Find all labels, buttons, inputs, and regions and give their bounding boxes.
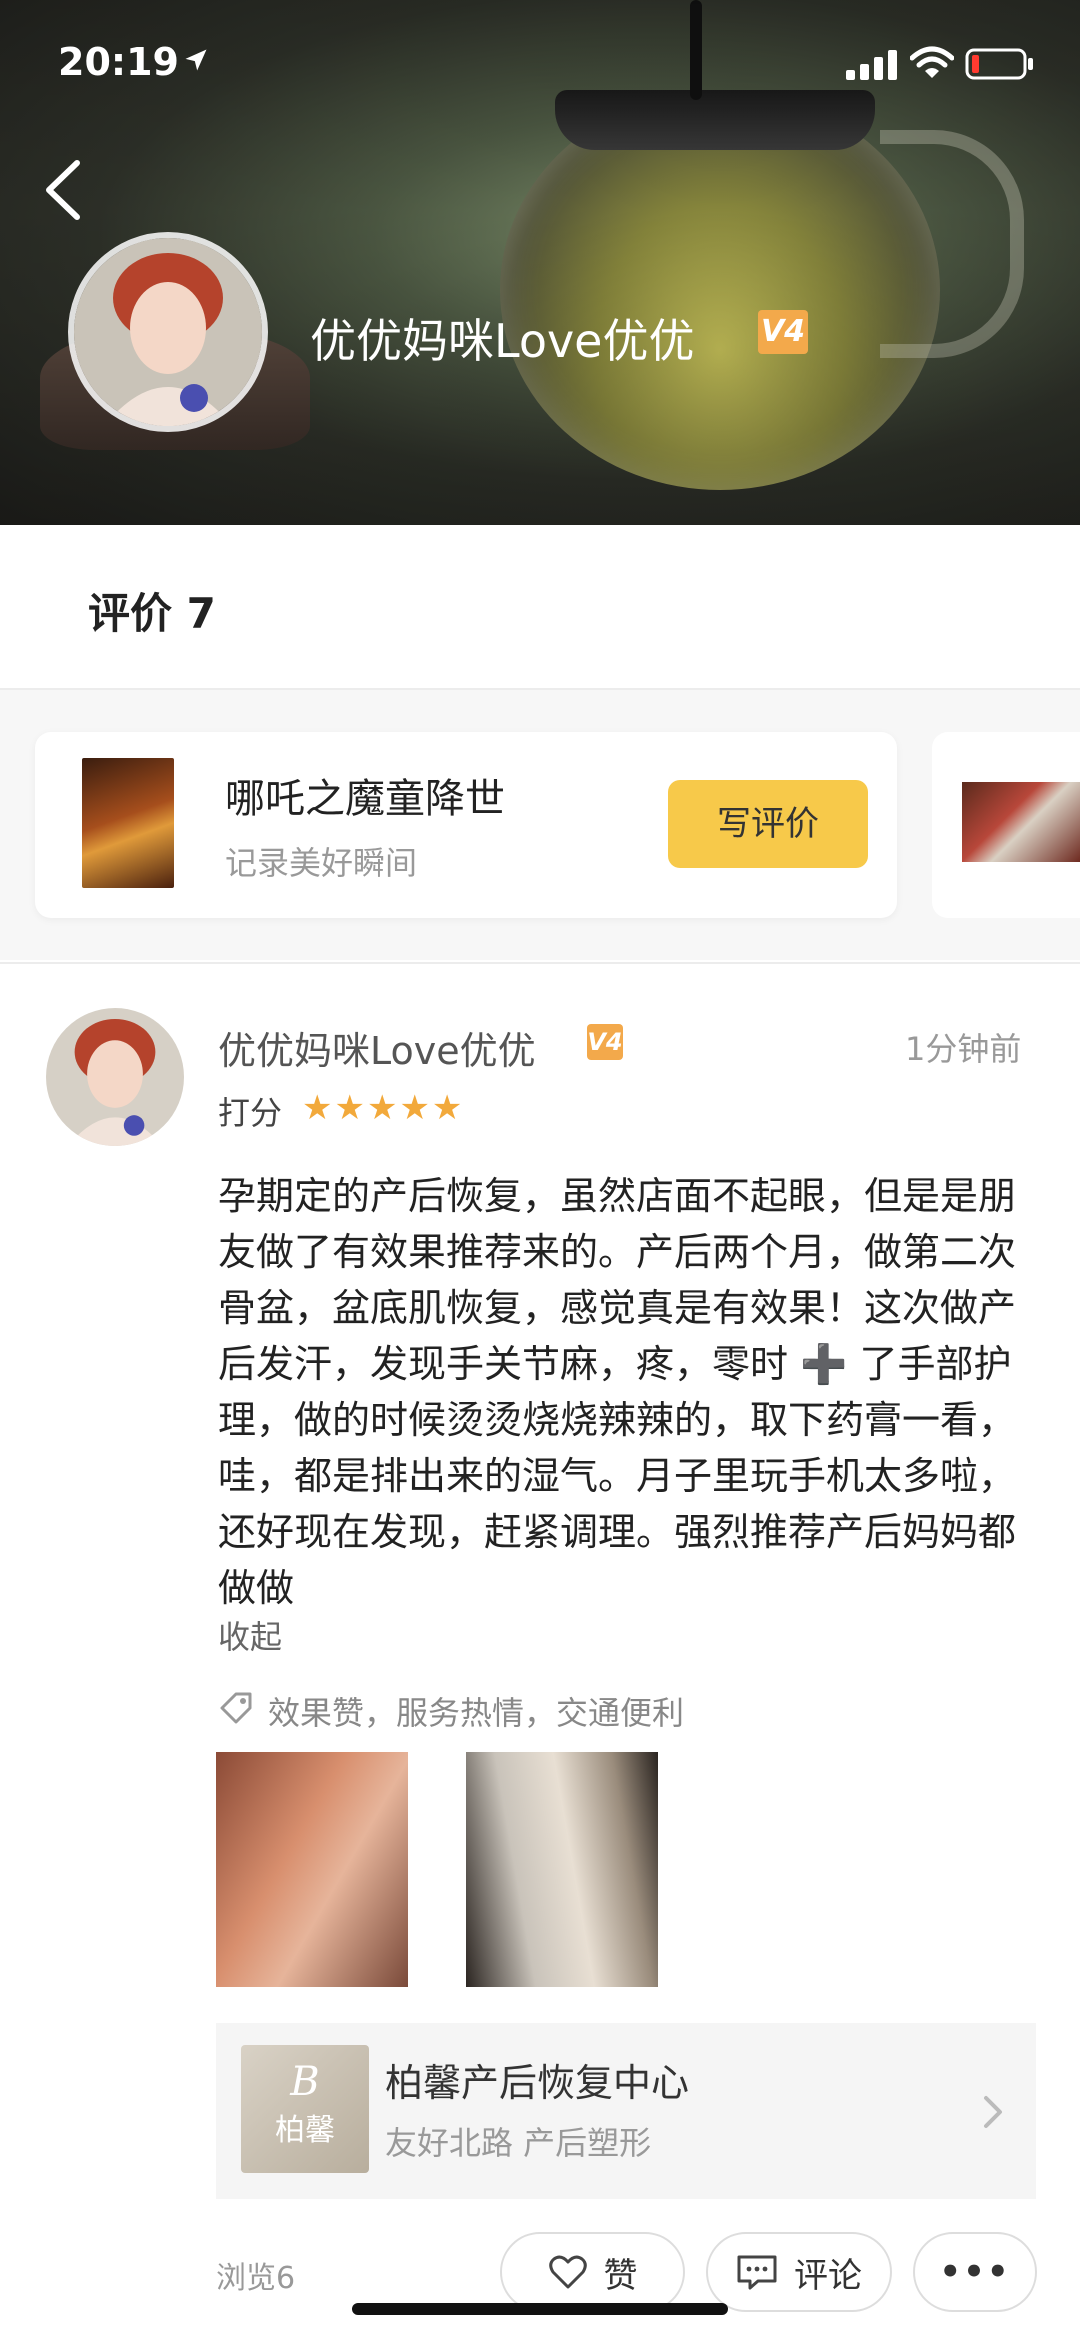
review-text: 孕期定的产后恢复，虽然店面不起眼，但是是朋友做了有效果推荐来的。产后两个月，做第… (218, 1174, 1017, 1610)
review-tags: 效果赞，服务热情，交通便利 (268, 1694, 685, 1732)
reviewer-name[interactable]: 优优妈咪Love优优 (218, 1020, 536, 1075)
comment-icon (737, 2255, 777, 2290)
comment-label: 评论 (794, 2255, 862, 2296)
reviewer-avatar[interactable] (46, 1008, 184, 1146)
avatar-image (74, 238, 262, 426)
movie-subtitle: 记录美好瞬间 (225, 844, 418, 882)
status-bar: 20:19 (0, 0, 1080, 130)
level-badge: V4 (587, 1024, 623, 1060)
rating-label: 打分 (218, 1094, 283, 1132)
view-count: 浏览6 (216, 2261, 296, 2296)
movie-poster[interactable] (82, 758, 174, 888)
wifi-icon (910, 46, 954, 78)
battery-icon (965, 48, 1033, 80)
more-button[interactable]: ••• (913, 2232, 1037, 2312)
chevron-right-icon (984, 2096, 1002, 2128)
review-time: 1分钟前 (905, 1030, 1022, 1068)
shop-subtitle: 友好北路 产后塑形 (385, 2124, 652, 2162)
profile-username: 优优妈咪Love优优 (310, 314, 695, 368)
back-button[interactable] (35, 155, 95, 225)
avatar-image (46, 1008, 184, 1146)
heart-icon (548, 2255, 587, 2289)
review-photo[interactable] (216, 1752, 408, 1987)
status-time: 20:19 (58, 40, 179, 84)
comment-button[interactable]: 评论 (706, 2232, 892, 2312)
signal-icon (846, 50, 897, 80)
shop-logo: B 柏馨 (241, 2045, 369, 2173)
level-badge: V4 (758, 310, 808, 354)
location-arrow-icon (185, 49, 207, 71)
review-photo[interactable] (466, 1752, 658, 1987)
next-movie-thumbnail[interactable] (962, 782, 1080, 862)
divider (0, 962, 1080, 964)
profile-avatar[interactable] (68, 232, 268, 432)
shop-logo-text: 柏馨 (275, 2113, 335, 2148)
tag-icon (220, 1692, 252, 1724)
reviews-count-title: 评价 7 (88, 589, 216, 638)
like-label: 赞 (603, 2255, 638, 2296)
movie-title: 哪吒之魔童降世 (225, 776, 505, 822)
home-indicator[interactable] (352, 2303, 728, 2315)
like-button[interactable]: 赞 (500, 2232, 685, 2312)
rating-stars: ★★★★★ (302, 1088, 465, 1128)
collapse-link[interactable]: 收起 (218, 1612, 282, 1658)
more-icon: ••• (939, 2252, 1011, 2292)
shop-name: 柏馨产后恢复中心 (385, 2061, 690, 2105)
write-review-button[interactable]: 写评价 (668, 780, 868, 868)
